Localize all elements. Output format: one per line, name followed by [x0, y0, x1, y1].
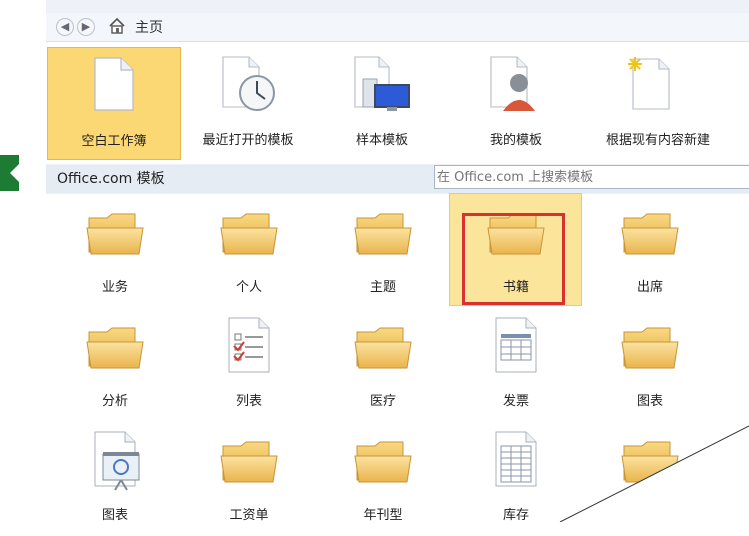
forward-button[interactable]: ▶ — [77, 18, 95, 36]
category-label: 列表 — [235, 394, 262, 409]
breadcrumb-home[interactable]: 主页 — [135, 17, 163, 37]
office-templates-header: Office.com 模板 — [46, 165, 749, 193]
folder-icon — [354, 327, 412, 369]
back-button[interactable]: ◀ — [56, 18, 74, 36]
tile-label: 样本模板 — [355, 133, 408, 148]
template-category-tile[interactable]: 图表 — [583, 308, 717, 422]
back-arrow-icon: ◀ — [60, 20, 70, 33]
tile-label: 我的模板 — [489, 133, 542, 148]
folder-icon — [86, 213, 144, 255]
category-label: 库存 — [502, 508, 529, 523]
template-search-input[interactable] — [434, 165, 749, 189]
section-title: Office.com 模板 — [57, 171, 165, 187]
folder-icon — [621, 441, 679, 483]
blank-workbook-tile[interactable]: 空白工作簿 — [47, 47, 181, 160]
category-label: 工资单 — [229, 508, 269, 523]
template-category-tile[interactable]: 主题 — [316, 194, 450, 308]
forward-arrow-icon: ▶ — [81, 20, 91, 33]
new-from-existing-tile[interactable]: 根据现有内容新建 — [583, 47, 749, 160]
new-from-existing-icon — [628, 57, 670, 110]
category-label: 分析 — [101, 394, 128, 409]
blank-document-icon — [94, 57, 134, 111]
folder-icon — [354, 213, 412, 255]
template-category-tile[interactable]: 年刊型 — [316, 422, 450, 536]
category-label: 主题 — [369, 280, 396, 295]
my-templates-tile[interactable]: 我的模板 — [449, 47, 583, 160]
recent-templates-icon — [222, 56, 275, 111]
folder-icon — [220, 213, 278, 255]
template-category-tile[interactable]: 图表 — [48, 422, 182, 536]
template-category-tile[interactable]: 工资单 — [182, 422, 316, 536]
category-label: 个人 — [235, 280, 262, 295]
template-category-tile[interactable]: 业务 — [48, 194, 182, 308]
category-label: 年刊型 — [363, 508, 403, 523]
category-label: 业务 — [101, 280, 128, 295]
template-category-tile[interactable] — [583, 422, 717, 536]
folder-icon — [86, 327, 144, 369]
category-label: 出席 — [636, 280, 663, 295]
invoice-icon — [495, 317, 537, 373]
new-workbook-panel: ◀ ▶ 主页 空白工作簿 最近打开的模板 样本模板 我的模板 根据现有内容新建 … — [46, 0, 749, 523]
template-category-tile[interactable]: 出席 — [583, 194, 717, 308]
template-category-tile[interactable]: 列表 — [182, 308, 316, 422]
my-templates-icon — [490, 56, 535, 111]
category-label: 发票 — [502, 394, 529, 409]
folder-icon — [621, 213, 679, 255]
backstage-selected-tab-indicator — [0, 155, 19, 191]
office-template-grid: 业务 个人 主题 书籍 出席 分析 列表 医疗 发票 图表 图表 工资单 年刊型… — [46, 193, 749, 523]
template-category-tile[interactable]: 库存 — [449, 422, 583, 536]
folder-icon — [621, 327, 679, 369]
category-label: 图表 — [636, 394, 663, 409]
tile-label: 根据现有内容新建 — [605, 133, 710, 148]
available-templates-row: 空白工作簿 最近打开的模板 样本模板 我的模板 根据现有内容新建 — [46, 42, 749, 164]
presentation-chart-icon — [94, 431, 140, 491]
tab-pointer-notch — [10, 164, 19, 182]
recent-templates-tile[interactable]: 最近打开的模板 — [181, 47, 315, 160]
category-label: 图表 — [101, 508, 128, 523]
template-category-tile[interactable]: 医疗 — [316, 308, 450, 422]
annotation-red-box — [462, 213, 565, 305]
checklist-icon — [228, 317, 270, 373]
folder-icon — [354, 441, 412, 483]
navigation-bar: ◀ ▶ 主页 — [46, 13, 749, 42]
sample-templates-tile[interactable]: 样本模板 — [315, 47, 449, 160]
template-category-tile[interactable]: 发票 — [449, 308, 583, 422]
sample-templates-icon — [354, 56, 410, 111]
folder-icon — [220, 441, 278, 483]
tile-label: 空白工作簿 — [81, 134, 147, 149]
template-category-tile[interactable]: 个人 — [182, 194, 316, 308]
home-icon[interactable] — [108, 17, 126, 35]
category-label: 医疗 — [369, 394, 396, 409]
spreadsheet-icon — [495, 431, 537, 487]
left-panel-edge — [0, 0, 19, 522]
template-category-tile[interactable]: 分析 — [48, 308, 182, 422]
tile-label: 最近打开的模板 — [202, 133, 294, 148]
